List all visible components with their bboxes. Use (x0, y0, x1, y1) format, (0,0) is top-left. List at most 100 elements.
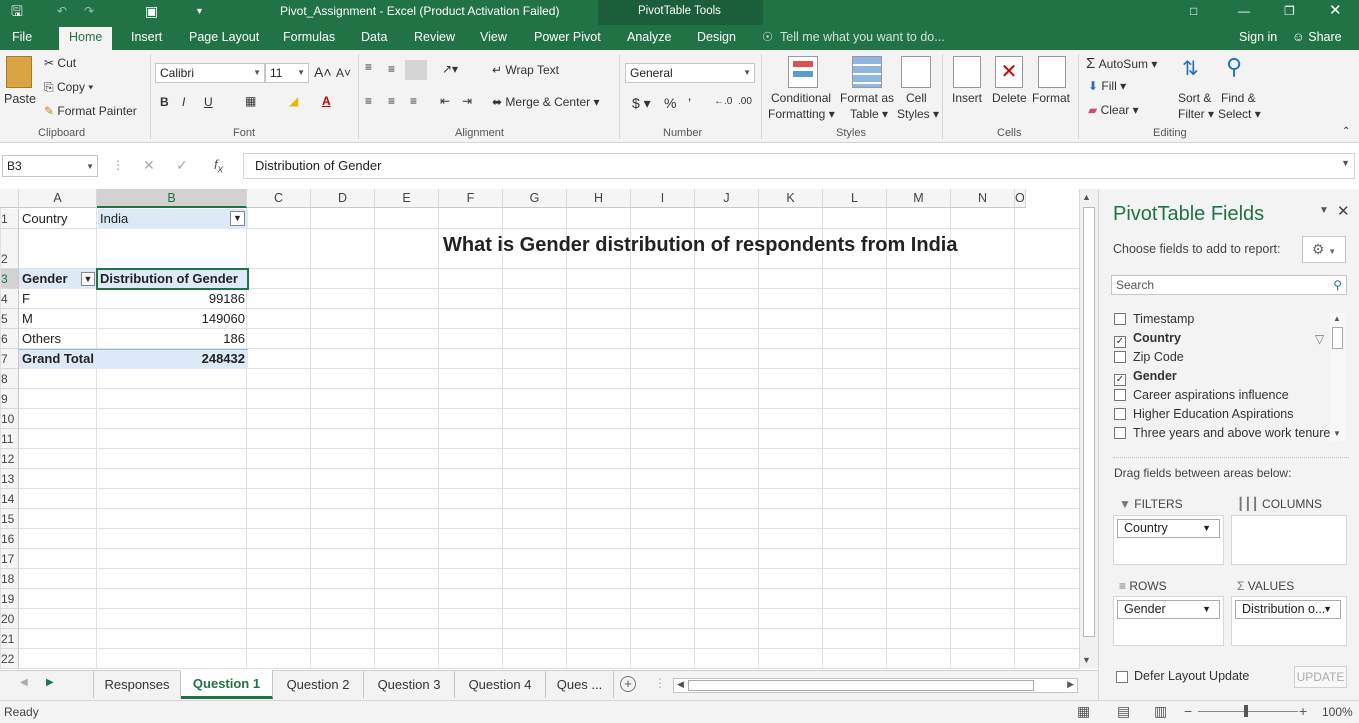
add-sheet-icon[interactable]: + (620, 676, 636, 692)
paste-icon[interactable] (6, 56, 32, 88)
tab-design[interactable]: Design (697, 25, 736, 50)
row-header[interactable]: 19 (0, 589, 19, 609)
field-list-item[interactable]: Career aspirations influence (1114, 386, 1289, 405)
sheet-tab-question-2[interactable]: Question 2 (273, 671, 364, 698)
column-header[interactable]: H (567, 189, 631, 208)
increase-decimal-icon[interactable]: ←.0 (714, 96, 732, 107)
checkbox[interactable] (1114, 389, 1126, 401)
clear-button[interactable]: ▰ Clear ▾ (1088, 103, 1139, 117)
column-header[interactable]: J (695, 189, 759, 208)
table-row-value[interactable]: 99186 (98, 289, 248, 309)
copy-button[interactable]: ⎘ Copy ▾ (44, 80, 93, 95)
field-list-item[interactable]: Zip Code (1114, 348, 1184, 367)
page-break-view-icon[interactable]: ▥ (1154, 703, 1167, 720)
field-list-item[interactable]: ✓ Country (1114, 329, 1181, 348)
cut-button[interactable]: ✂ Cut (44, 56, 76, 70)
align-top-icon[interactable]: ≡ (365, 60, 372, 74)
row-header[interactable]: 5 (0, 309, 19, 329)
gear-icon[interactable]: ⚙ ▼ (1302, 236, 1346, 263)
column-header[interactable]: E (375, 189, 439, 208)
page-layout-view-icon[interactable]: ▤ (1117, 703, 1130, 720)
sheet-tab-question-3[interactable]: Question 3 (364, 671, 455, 698)
number-format-select[interactable]: General ▼ (625, 63, 755, 83)
format-cells-button[interactable]: Format (1032, 91, 1070, 105)
decrease-indent-icon[interactable]: ⇤ (440, 94, 450, 108)
align-bottom-icon[interactable] (405, 60, 427, 80)
row-header[interactable]: 12 (0, 449, 19, 469)
expand-formula-icon[interactable]: ▼ (1341, 158, 1350, 168)
values-chip-distribution[interactable]: Distribution o... ▼ (1235, 600, 1341, 619)
tab-file[interactable]: File (12, 25, 32, 50)
collapse-ribbon-icon[interactable]: ⌃ (1342, 126, 1350, 137)
filters-chip-country[interactable]: Country ▼ (1117, 519, 1220, 538)
row-header[interactable]: 21 (0, 629, 19, 649)
normal-view-icon[interactable]: ▦ (1077, 703, 1090, 720)
underline-button[interactable]: U (204, 95, 213, 109)
autosum-button[interactable]: Σ AutoSum ▾ (1086, 55, 1157, 72)
field-list-item[interactable]: ✓ Gender (1114, 367, 1177, 386)
sheet-tab-question-4[interactable]: Question 4 (455, 671, 546, 698)
prev-sheet-icon[interactable]: ◀ (20, 677, 28, 688)
tab-power-pivot[interactable]: Power Pivot (534, 25, 601, 50)
italic-button[interactable]: I (182, 95, 185, 109)
vertical-scrollbar[interactable]: ▲ ▼ (1079, 189, 1098, 669)
tell-me-box[interactable]: Tell me what you want to do... (780, 25, 945, 50)
row-header[interactable]: 4 (0, 289, 19, 309)
format-painter-button[interactable]: ✎ Format Painter (44, 104, 137, 118)
field-list-item[interactable]: Three years and above work tenure (1114, 424, 1330, 443)
select-all-corner[interactable] (0, 189, 19, 208)
checkbox[interactable] (1114, 351, 1126, 363)
column-header[interactable]: L (823, 189, 887, 208)
field-scroll-up-icon[interactable]: ▲ (1333, 314, 1341, 323)
customize-qat-icon[interactable]: ▼ (195, 1, 204, 21)
conditional-formatting-button[interactable]: Conditional (771, 91, 831, 105)
row-header[interactable]: 20 (0, 609, 19, 629)
next-sheet-icon[interactable]: ▶ (46, 677, 54, 688)
wrap-text-button[interactable]: ↵ Wrap Text (492, 63, 559, 77)
zoom-out-icon[interactable]: − (1184, 703, 1192, 719)
shrink-font-icon[interactable]: A˅ (336, 66, 351, 80)
zoom-in-icon[interactable]: + (1299, 703, 1307, 719)
tab-data[interactable]: Data (361, 25, 387, 50)
row-header[interactable]: 8 (0, 369, 19, 389)
update-button[interactable]: UPDATE (1294, 666, 1347, 688)
row-header[interactable]: 15 (0, 509, 19, 529)
merge-center-button[interactable]: ⬌ Merge & Center ▾ (492, 95, 599, 109)
checkbox[interactable] (1114, 427, 1126, 439)
paste-button[interactable]: Paste (4, 92, 36, 106)
align-center-icon[interactable]: ≡ (388, 94, 395, 108)
insert-cells-button[interactable]: Insert (952, 91, 982, 105)
tab-view[interactable]: View (480, 25, 507, 50)
row-header[interactable]: 7 (0, 349, 19, 369)
table-row-label[interactable]: Others (19, 329, 64, 349)
tab-home[interactable]: Home (59, 27, 113, 50)
minimize-icon[interactable]: — (1238, 1, 1250, 21)
sort-filter-button[interactable]: Sort & (1178, 91, 1211, 105)
scroll-down-icon[interactable]: ▼ (1082, 655, 1091, 665)
field-list-scrollbar[interactable]: ▲ ▼ (1330, 313, 1345, 441)
rows-chip-gender[interactable]: Gender ▼ (1117, 600, 1220, 619)
pane-options-icon[interactable]: ▼ (1319, 205, 1329, 216)
worksheet-grid[interactable]: ABCDEFGHIJKLMNO 1 2 3 4 5 6 7 8 9 10 11 12 13 14 15 16 1… (0, 189, 1098, 669)
table-row-label[interactable]: F (19, 289, 33, 309)
grow-font-icon[interactable]: A˄ (314, 64, 332, 80)
scroll-up-icon[interactable]: ▲ (1082, 192, 1091, 202)
row-header[interactable]: 11 (0, 429, 19, 449)
save-icon[interactable]: 🖫 (11, 1, 23, 21)
field-scroll-down-icon[interactable]: ▼ (1333, 429, 1341, 438)
row-header[interactable]: 22 (0, 649, 19, 669)
zoom-level[interactable]: 100% (1322, 705, 1353, 719)
maximize-icon[interactable]: ❐ (1284, 1, 1295, 21)
decrease-decimal-icon[interactable]: .00 (738, 96, 752, 107)
row-header[interactable]: 2 (0, 229, 19, 269)
borders-icon[interactable]: ▦ (245, 94, 256, 108)
column-header[interactable]: O (1015, 189, 1026, 208)
close-icon[interactable]: ✕ (1329, 1, 1342, 21)
orientation-icon[interactable]: ↗▾ (442, 62, 458, 76)
defer-update-checkbox[interactable] (1116, 671, 1128, 683)
scroll-left-icon[interactable]: ◀ (677, 679, 684, 690)
filter-dropdown-icon[interactable]: ▼ (230, 211, 245, 226)
sheet-tab-more[interactable]: Ques ... (546, 671, 614, 698)
field-scroll-thumb[interactable] (1332, 327, 1343, 349)
cell-styles-button[interactable]: Cell (906, 91, 927, 105)
